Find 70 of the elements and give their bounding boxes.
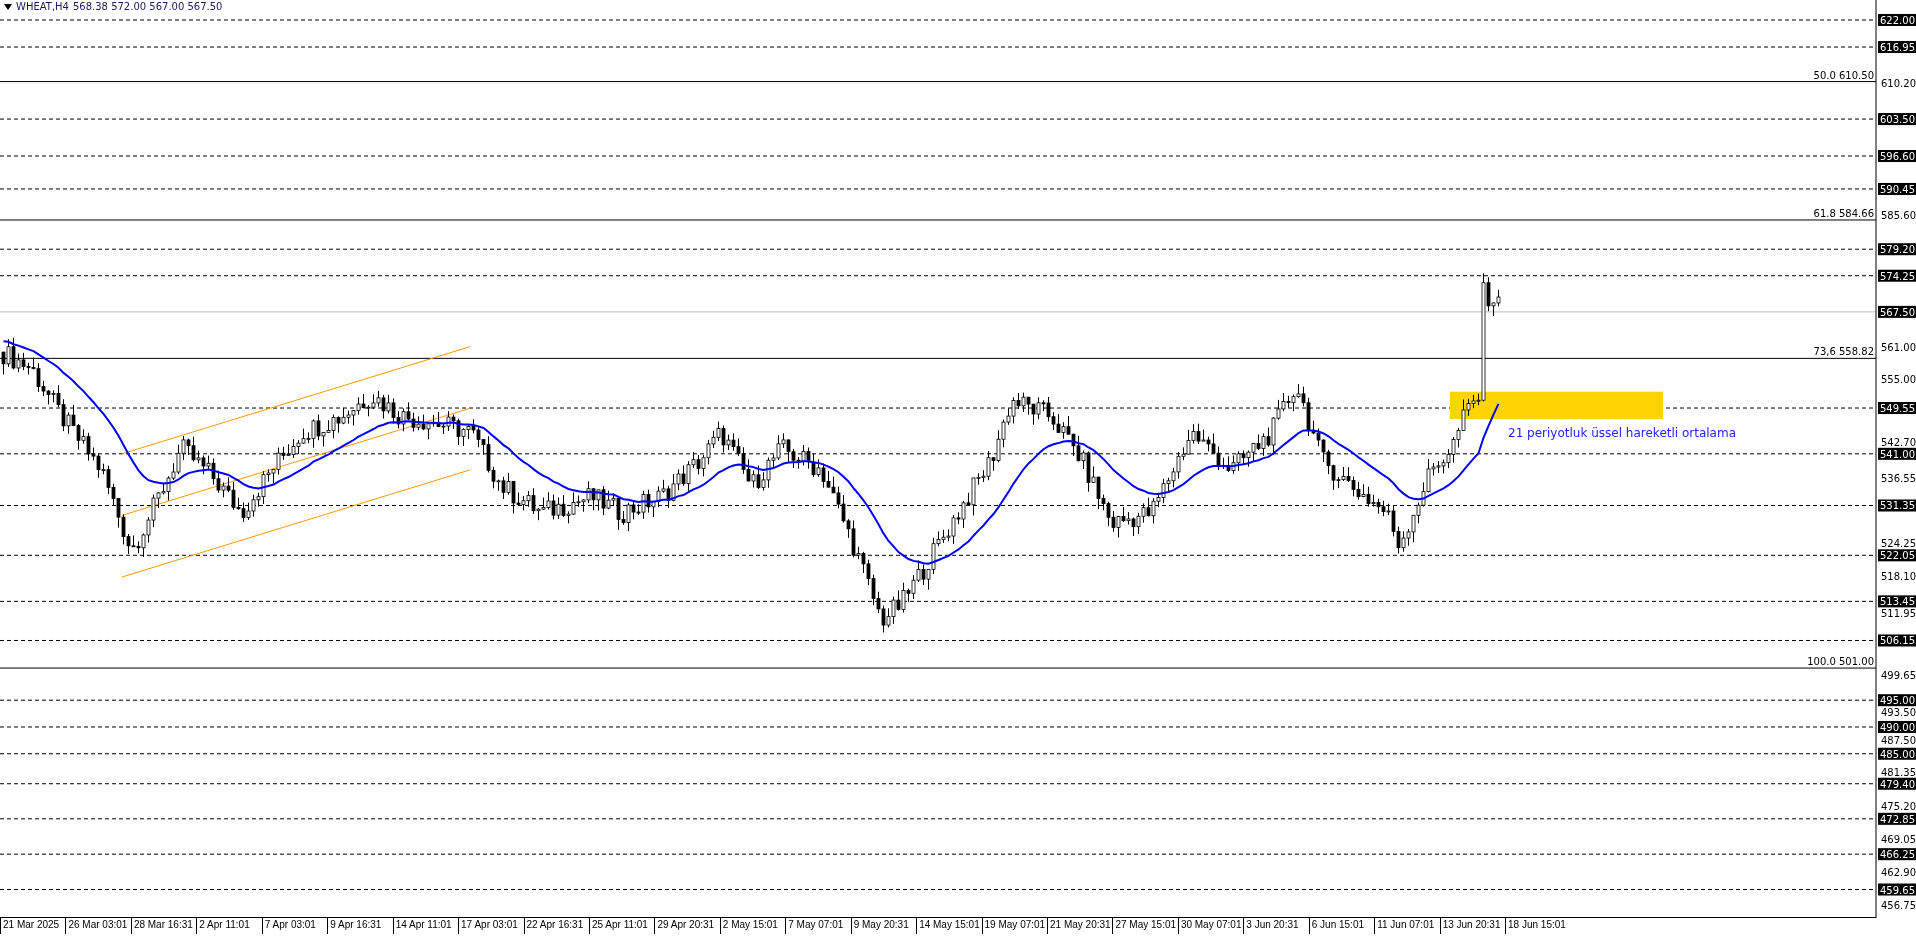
annotation-text: 21 periyotluk üssel hareketli ortalama: [1508, 425, 1736, 440]
price-tag: 574.25: [1878, 269, 1916, 282]
time-label: 21 May 20:31: [1047, 918, 1113, 934]
time-label: 3 Jun 20:31: [1243, 918, 1309, 934]
price-tag: 506.15: [1878, 634, 1916, 647]
fib-label: 50.0 610.50: [1813, 69, 1874, 81]
time-label: 11 Jun 07:01: [1374, 918, 1440, 934]
time-label: 14 May 15:01: [916, 918, 982, 934]
price-label: 511.95: [1881, 608, 1916, 620]
price-tag: 522.05: [1878, 549, 1916, 562]
price-tag: 616.95: [1878, 41, 1916, 54]
time-label: 25 Apr 11:01: [588, 918, 655, 934]
fib-label: 61.8 584.66: [1813, 207, 1874, 219]
time-label: 18 Jun 15:01: [1505, 918, 1571, 934]
price-label: 462.90: [1881, 867, 1916, 879]
time-label: 14 Apr 11:01: [392, 918, 459, 934]
time-label: 7 Apr 03:01: [261, 918, 328, 934]
price-label: 469.05: [1881, 834, 1916, 846]
price-label: 561.00: [1881, 341, 1916, 353]
price-tag: 472.85: [1878, 812, 1916, 825]
price-tag: 622.00: [1878, 14, 1916, 26]
price-label: 487.50: [1881, 735, 1916, 747]
price-tag: 466.25: [1878, 848, 1916, 861]
time-label: 26 Mar 03:01: [65, 918, 131, 934]
price-tag: 579.20: [1878, 243, 1916, 256]
time-label: 17 Apr 03:01: [458, 918, 524, 934]
time-label: 21 Mar 2025: [0, 918, 66, 934]
dropdown-icon[interactable]: [4, 3, 12, 10]
price-tag: 590.45: [1878, 182, 1916, 195]
time-label: 19 May 07:01: [981, 918, 1047, 934]
time-label: 9 May 20:31: [850, 918, 917, 934]
price-tag: 541.00: [1878, 447, 1916, 460]
price-label: 542.70: [1881, 436, 1916, 448]
time-label: 2 Apr 11:01: [196, 918, 262, 934]
price-tag: 495.00: [1878, 694, 1916, 707]
price-tag: 531.35: [1878, 499, 1916, 512]
fib-label: 73,6 558.82: [1813, 346, 1874, 358]
time-label: 28 Mar 16:31: [130, 918, 197, 934]
price-tag: 490.00: [1878, 720, 1916, 733]
time-label: 30 May 07:01: [1177, 918, 1244, 934]
quote-text: 568.38 572.00 567.00 567.50: [72, 1, 223, 12]
time-label: 2 May 15:01: [719, 918, 786, 934]
time-label: 29 Apr 20:31: [654, 918, 720, 934]
fib-label: 100.0 501.00: [1807, 656, 1874, 668]
price-label: 481.35: [1881, 766, 1916, 778]
price-label: 456.75: [1881, 900, 1916, 912]
time-label: 27 May 15:01: [1112, 918, 1178, 934]
price-label: 475.20: [1881, 801, 1916, 813]
price-tag: 596.60: [1878, 150, 1916, 162]
time-label: 22 Apr 16:31: [523, 918, 589, 934]
price-label: 585.60: [1881, 209, 1916, 221]
price-label: 518.10: [1881, 571, 1916, 583]
price-tag: 485.00: [1878, 747, 1916, 760]
price-tag: 459.65: [1878, 883, 1916, 896]
price-label: 524.25: [1881, 538, 1916, 550]
time-label: 7 May 07:01: [785, 918, 851, 934]
price-tag: 513.45: [1878, 595, 1916, 608]
symbol-label: WHEAT,H4: [16, 1, 69, 12]
price-tag: 603.50: [1878, 113, 1916, 126]
time-label: 9 Apr 16:31: [327, 918, 393, 934]
price-label: 610.20: [1881, 78, 1916, 90]
time-label: 13 Jun 20:31: [1439, 918, 1506, 934]
price-tag: 479.40: [1878, 777, 1916, 790]
price-tag: 567.50: [1878, 305, 1916, 318]
price-label: 536.55: [1881, 472, 1916, 484]
time-label: 6 Jun 15:01: [1308, 918, 1375, 934]
price-label: 499.65: [1881, 670, 1916, 682]
price-label: 555.00: [1881, 373, 1916, 385]
price-label: 493.50: [1881, 707, 1916, 719]
price-tag: 549.55: [1878, 402, 1916, 414]
